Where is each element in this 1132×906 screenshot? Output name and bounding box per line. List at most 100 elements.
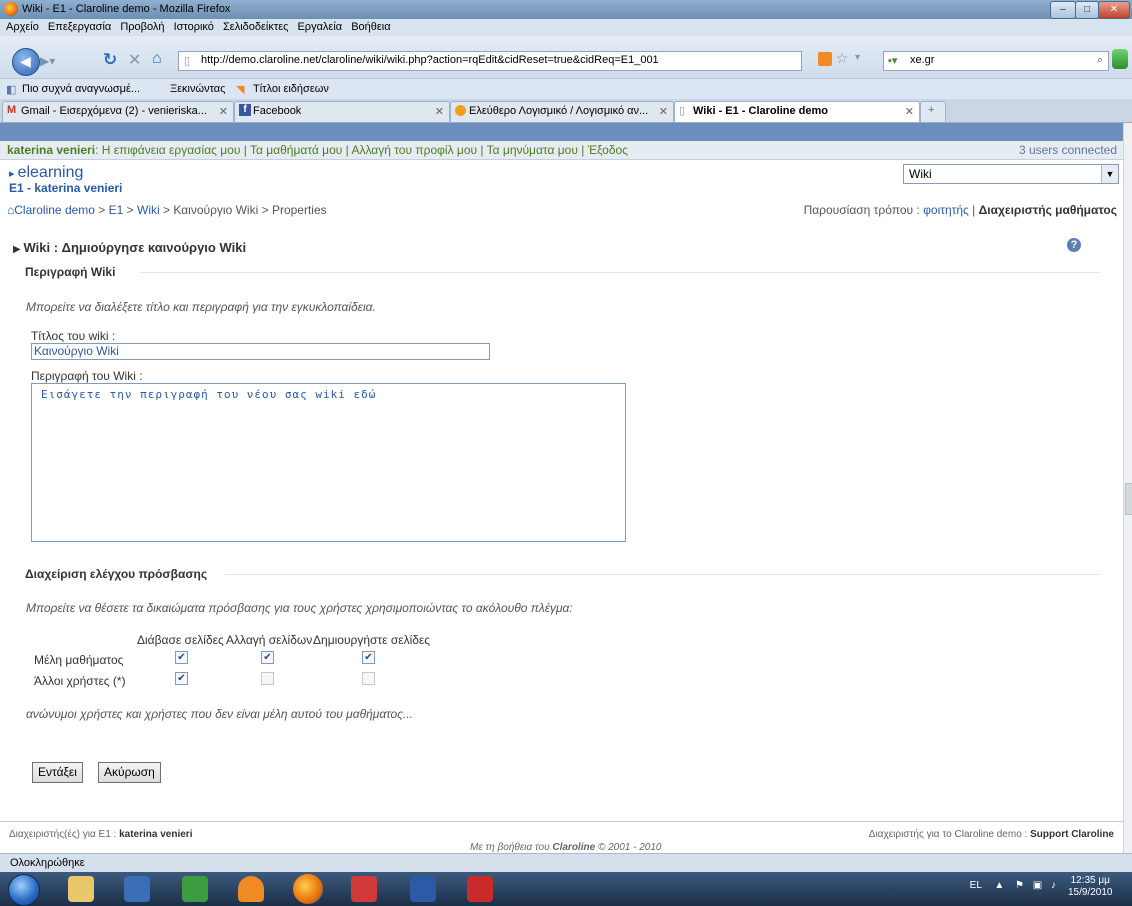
- tab-facebook[interactable]: f Facebook ✕: [234, 101, 450, 122]
- tab-free-software[interactable]: Ελεύθερο Λογισμικό / Λογισμικό αν... ✕: [450, 101, 674, 122]
- help-icon[interactable]: ?: [1067, 238, 1081, 252]
- footer-claroline-link[interactable]: Claroline: [552, 842, 595, 853]
- bookmark-news[interactable]: Τίτλοι ειδήσεων: [253, 83, 329, 95]
- search-text: xe.gr: [910, 54, 935, 66]
- network-icon[interactable]: ▣: [1033, 880, 1042, 891]
- menu-edit[interactable]: Επεξεργασία: [48, 21, 111, 33]
- user-menu-links[interactable]: : Η επιφάνεια εργασίας μου | Τα μαθήματά…: [95, 143, 628, 157]
- footer-admin-link[interactable]: katerina venieri: [119, 829, 192, 840]
- firefox-taskbar-icon[interactable]: [293, 874, 323, 904]
- status-text: Ολοκληρώθηκε: [10, 857, 85, 869]
- acrobat-reader-icon[interactable]: [351, 876, 377, 902]
- view-mode-manager[interactable]: Διαχειριστής μαθήματος: [979, 203, 1117, 217]
- users-connected[interactable]: 3 users connected: [1019, 143, 1117, 157]
- acl-members-edit-checkbox[interactable]: ✔: [261, 651, 274, 664]
- menu-bar: Αρχείο Επεξεργασία Προβολή Ιστορικό Σελι…: [0, 19, 1132, 36]
- search-input[interactable]: ▪▾ xe.gr ⌕: [883, 51, 1109, 71]
- acl-row-label: Άλλοι χρήστες (*): [34, 674, 126, 688]
- tool-select-value: Wiki: [909, 167, 932, 181]
- rss-icon[interactable]: [818, 52, 832, 66]
- breadcrumb-wiki[interactable]: Wiki: [137, 203, 160, 217]
- bookmark-getting-started[interactable]: Ξεκινώντας: [170, 83, 225, 95]
- site-name-text: elearning: [17, 164, 84, 181]
- acl-header-create: Δημιουργήστε σελίδες: [313, 633, 431, 647]
- volume-icon[interactable]: ♪: [1051, 880, 1056, 891]
- user-bar: katerina venieri: Η επιφάνεια εργασίας μ…: [0, 141, 1123, 160]
- chevron-down-icon[interactable]: ▼: [1101, 165, 1118, 183]
- menu-file[interactable]: Αρχείο: [6, 21, 39, 33]
- url-text: http://demo.claroline.net/claroline/wiki…: [201, 54, 659, 66]
- ok-button[interactable]: Εντάξει: [32, 762, 83, 783]
- acl-others-create-checkbox[interactable]: [362, 672, 375, 685]
- scrollbar-thumb[interactable]: [1125, 483, 1132, 515]
- view-mode-label: Παρουσίαση τρόπου :: [803, 203, 920, 217]
- section-access-legend: Διαχείριση ελέγχου πρόσβασης: [25, 567, 208, 581]
- reload-icon[interactable]: ↻: [103, 50, 117, 70]
- back-button[interactable]: ◀: [12, 48, 40, 76]
- forward-button[interactable]: ▶▾: [40, 54, 58, 68]
- menu-help[interactable]: Βοήθεια: [351, 21, 390, 33]
- chevron-down-icon[interactable]: ▾: [855, 52, 860, 63]
- menu-view[interactable]: Προβολή: [120, 21, 164, 33]
- word-icon[interactable]: [410, 876, 436, 902]
- close-tab-icon[interactable]: ✕: [435, 105, 444, 118]
- acl-others-edit-checkbox[interactable]: [261, 672, 274, 685]
- home-icon[interactable]: ⌂: [152, 50, 162, 68]
- page-scrollbar[interactable]: [1123, 123, 1132, 853]
- footer-divider: [0, 821, 1123, 822]
- wiki-title-input[interactable]: Καινούργιο Wiki: [31, 343, 490, 360]
- flag-icon[interactable]: ⚑: [1015, 880, 1024, 891]
- site-name[interactable]: ▸ elearning: [9, 164, 83, 182]
- wiki-description-textarea[interactable]: Εισάγετε την περιγραφή του νέου σας wiki…: [31, 383, 626, 542]
- user-name[interactable]: katerina venieri: [7, 143, 95, 157]
- bookmark-most-visited[interactable]: Πιο συχνά αναγνωσμέ...: [22, 83, 140, 95]
- start-button[interactable]: [8, 874, 40, 906]
- triangle-icon: ▶: [13, 244, 24, 255]
- url-bar[interactable]: ▯ http://demo.claroline.net/claroline/wi…: [178, 51, 802, 71]
- acrobat-icon[interactable]: [467, 876, 493, 902]
- footer-support-link[interactable]: Support Claroline: [1030, 829, 1114, 840]
- menu-history[interactable]: Ιστορικό: [174, 21, 214, 33]
- footer-platform-admin: Διαχειριστής για το Claroline demo : Sup…: [869, 829, 1114, 840]
- gmail-icon: M: [7, 104, 17, 116]
- close-tab-icon[interactable]: ✕: [905, 105, 914, 118]
- media-player-icon[interactable]: [124, 876, 150, 902]
- search-engine-icon[interactable]: ▪▾: [888, 54, 897, 67]
- minimize-button[interactable]: –: [1050, 1, 1076, 19]
- utorrent-icon[interactable]: [182, 876, 208, 902]
- star-icon[interactable]: ☆: [836, 50, 849, 67]
- facebook-icon: f: [239, 104, 251, 116]
- breadcrumb-home[interactable]: Claroline demo: [14, 203, 95, 217]
- user-links: katerina venieri: Η επιφάνεια εργασίας μ…: [7, 143, 628, 157]
- maximize-button[interactable]: □: [1075, 1, 1099, 19]
- acl-members-create-checkbox[interactable]: ✔: [362, 651, 375, 664]
- search-icon[interactable]: ⌕: [1097, 54, 1103, 67]
- description-label: Περιγραφή του Wiki :: [31, 369, 143, 383]
- menu-bookmarks[interactable]: Σελιδοδείκτες: [223, 21, 288, 33]
- view-mode-student[interactable]: φοιτητής: [923, 203, 969, 217]
- tab-gmail[interactable]: M Gmail - Εισερχόμενα (2) - venieriska..…: [2, 101, 234, 122]
- breadcrumb-new-wiki[interactable]: Καινούργιο Wiki: [173, 203, 258, 217]
- tab-label: Ελεύθερο Λογισμικό / Λογισμικό αν...: [469, 105, 649, 117]
- stop-icon[interactable]: ✕: [128, 50, 141, 70]
- addon-icon[interactable]: [1112, 49, 1128, 69]
- tab-wiki[interactable]: ▯ Wiki - E1 - Claroline demo ✕: [674, 101, 920, 122]
- tray-arrow-icon[interactable]: ▲: [994, 880, 1004, 891]
- rss-icon: ◥: [236, 84, 245, 96]
- course-name[interactable]: E1 - katerina venieri: [9, 181, 122, 195]
- menu-tools[interactable]: Εργαλεία: [297, 21, 342, 33]
- clock[interactable]: 12:35 μμ 15/9/2010: [1068, 875, 1113, 899]
- close-window-button[interactable]: ✕: [1098, 1, 1130, 19]
- new-tab-button[interactable]: +: [920, 101, 946, 122]
- breadcrumb-course[interactable]: E1: [109, 203, 124, 217]
- close-tab-icon[interactable]: ✕: [219, 105, 228, 118]
- language-indicator[interactable]: EL: [970, 880, 982, 891]
- acl-others-read-checkbox[interactable]: ✔: [175, 672, 188, 685]
- tool-select[interactable]: Wiki ▼: [903, 164, 1119, 184]
- vlc-icon[interactable]: [238, 876, 264, 902]
- explorer-icon[interactable]: [68, 876, 94, 902]
- acl-members-read-checkbox[interactable]: ✔: [175, 651, 188, 664]
- breadcrumb: ⌂Claroline demo > E1 > Wiki > Καινούργιο…: [7, 203, 327, 217]
- cancel-button[interactable]: Ακύρωση: [98, 762, 161, 783]
- close-tab-icon[interactable]: ✕: [659, 105, 668, 118]
